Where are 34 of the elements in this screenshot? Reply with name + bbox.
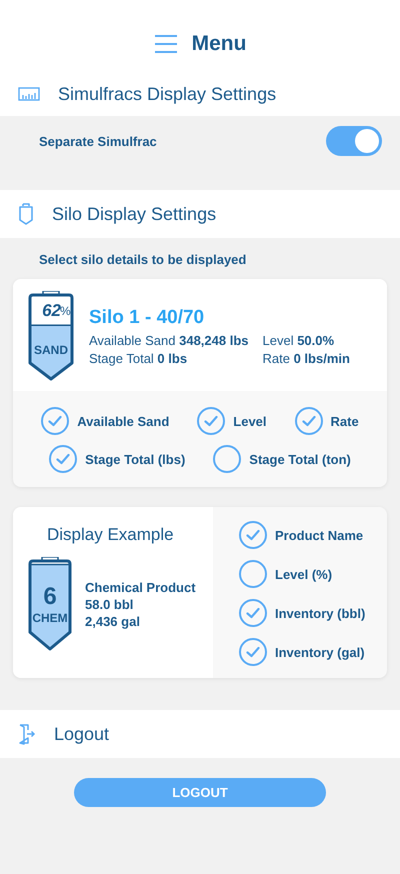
tank-product: CHEM bbox=[31, 611, 69, 625]
option-checkbox[interactable]: Rate bbox=[294, 407, 359, 435]
section-title: Simulfracs Display Settings bbox=[58, 84, 276, 104]
silo-stat: Rate 0 lbs/min bbox=[262, 350, 350, 366]
silo-stat: Level 50.0% bbox=[262, 332, 336, 348]
instruction-text: Select silo details to be displayed bbox=[38, 251, 248, 269]
option-checkbox[interactable]: Available Sand bbox=[41, 407, 170, 435]
menu-icon[interactable] bbox=[154, 34, 178, 54]
option-checkbox[interactable]: Stage Total (lbs) bbox=[49, 445, 186, 473]
chart-icon bbox=[18, 87, 40, 101]
section-title: Silo Display Settings bbox=[52, 204, 216, 224]
option-checkbox[interactable]: Inventory (gal) bbox=[239, 638, 366, 666]
example-line: 58.0 bbl bbox=[85, 596, 134, 612]
tank-product: SAND bbox=[32, 343, 69, 357]
percent-unit: % bbox=[60, 304, 71, 318]
option-checkbox[interactable]: Level bbox=[197, 407, 267, 435]
silo-stat: Available Sand 348,248 lbs bbox=[89, 332, 248, 348]
toggle-switch[interactable] bbox=[326, 126, 382, 156]
option-checkbox[interactable]: Inventory (bbl) bbox=[239, 599, 366, 627]
exit-door-icon bbox=[18, 723, 36, 745]
silo-name: Silo 1 - 40/70 bbox=[89, 306, 206, 328]
example-line: 2,436 gal bbox=[85, 614, 141, 628]
example-line: Chemical Product bbox=[85, 580, 196, 594]
option-checkbox[interactable]: Product Name bbox=[239, 521, 366, 549]
section-title: Logout bbox=[54, 724, 110, 744]
toggle-label: Separate Simulfrac bbox=[39, 134, 157, 148]
option-checkbox[interactable]: Level (%) bbox=[239, 560, 366, 588]
silo-icon bbox=[18, 203, 34, 225]
tank-number: 6 bbox=[42, 583, 58, 611]
menu-title: Menu bbox=[192, 32, 246, 56]
silo-stat: Stage Total 0 lbs bbox=[89, 350, 188, 366]
option-checkbox[interactable]: Stage Total (ton) bbox=[213, 445, 351, 473]
example-title: Display Example bbox=[46, 525, 175, 545]
tank-percent: 62 bbox=[41, 301, 61, 321]
